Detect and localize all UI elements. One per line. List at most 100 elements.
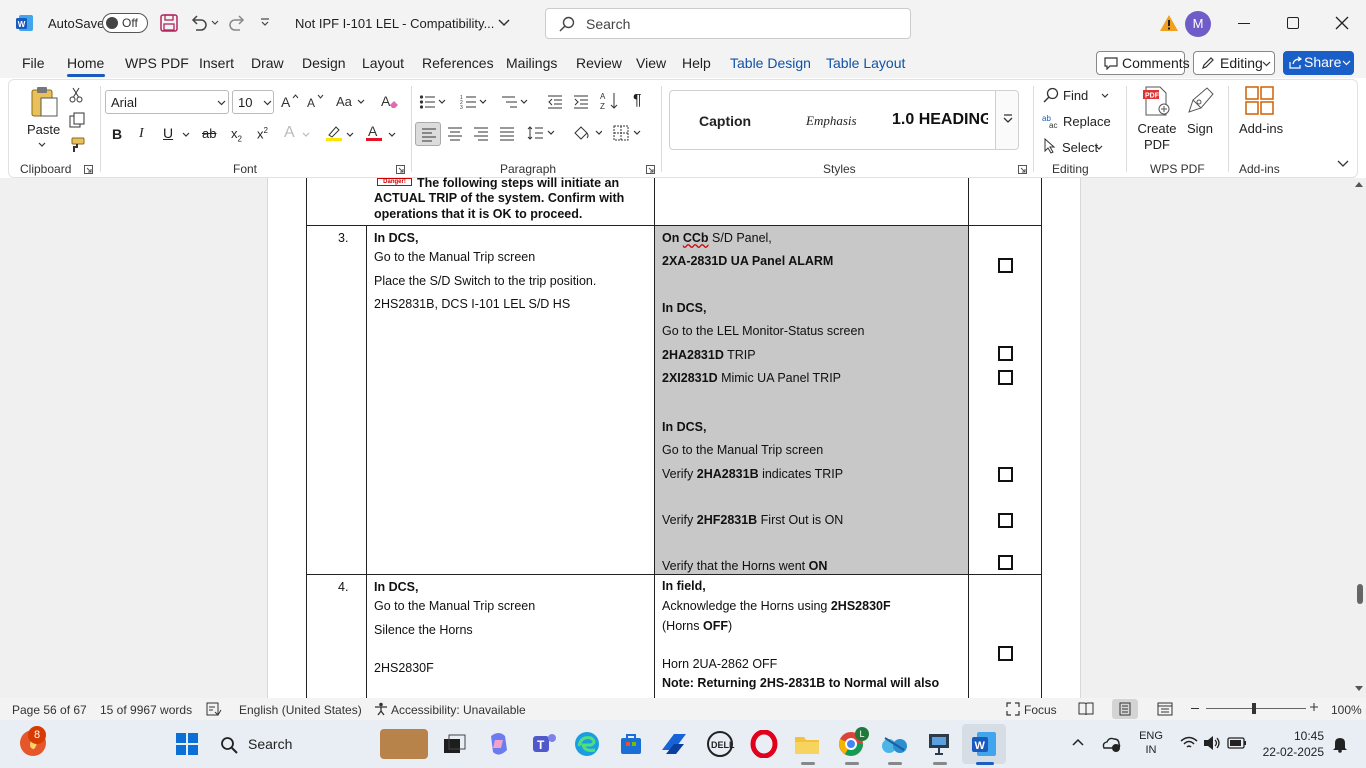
multilevel-list-icon[interactable] (501, 94, 529, 110)
onedrive-sync-icon[interactable] (1101, 735, 1121, 753)
sign-label[interactable]: Sign (1187, 121, 1213, 136)
underline-chevron-down-icon[interactable] (182, 132, 190, 137)
sort-icon[interactable]: AZ (600, 91, 620, 111)
borders-icon[interactable] (613, 125, 643, 141)
accessibility-icon[interactable] (374, 702, 388, 716)
flight-app-icon[interactable] (660, 730, 690, 758)
teams-icon[interactable]: T (530, 730, 560, 758)
redo-icon[interactable] (228, 15, 246, 31)
increase-indent-icon[interactable] (573, 94, 589, 110)
highlight-icon[interactable] (325, 124, 343, 142)
tab-review[interactable]: Review (576, 55, 622, 71)
avatar[interactable]: M (1185, 11, 1211, 37)
line-spacing-icon[interactable] (527, 125, 557, 141)
notification-center-icon[interactable] (1332, 735, 1348, 753)
edge-icon[interactable] (573, 730, 603, 758)
add-ins-label[interactable]: Add-ins (1239, 121, 1283, 136)
select-label[interactable]: Select (1062, 140, 1098, 155)
style-emphasis[interactable]: Emphasis (806, 113, 857, 129)
bold-icon[interactable]: B (112, 126, 122, 142)
remote-desktop-icon[interactable] (925, 730, 955, 758)
scroll-down-icon[interactable] (1355, 686, 1363, 692)
page-count[interactable]: Page 56 of 67 (12, 703, 87, 717)
input-language[interactable]: ENG IN (1138, 729, 1164, 757)
font-color-chevron-down-icon[interactable] (388, 132, 396, 137)
copy-icon[interactable] (69, 112, 85, 128)
task-view-icon[interactable] (440, 730, 470, 758)
zoom-slider[interactable] (1206, 708, 1306, 709)
vertical-scrollbar[interactable] (1352, 178, 1366, 698)
cut-icon[interactable] (69, 87, 83, 103)
find-chevron-down-icon[interactable] (1101, 93, 1109, 98)
superscript-icon[interactable]: x2 (257, 126, 268, 141)
highlight-chevron-down-icon[interactable] (346, 132, 354, 137)
checkbox[interactable] (998, 346, 1013, 361)
shrink-font-icon[interactable]: A (307, 93, 325, 109)
print-layout-button[interactable] (1112, 699, 1138, 719)
clear-formatting-icon[interactable]: A (381, 93, 399, 109)
checkbox[interactable] (998, 258, 1013, 273)
create-pdf-icon[interactable]: PDF (1142, 86, 1172, 116)
align-right-icon[interactable] (473, 127, 489, 141)
select-cursor-icon[interactable] (1043, 138, 1057, 154)
styles-gallery-more-button[interactable] (995, 91, 1018, 149)
document-title[interactable]: Not IPF I-101 LEL - Compatibility... (295, 16, 494, 31)
customize-toolbar-icon[interactable] (260, 18, 270, 28)
tab-design[interactable]: Design (302, 55, 346, 71)
checkbox[interactable] (998, 646, 1013, 661)
warning-icon[interactable] (1159, 14, 1179, 32)
wifi-icon[interactable] (1180, 736, 1198, 750)
undo-icon[interactable] (190, 15, 208, 31)
dell-icon[interactable]: DELL (705, 730, 735, 758)
tab-home[interactable]: Home (67, 55, 104, 71)
show-hidden-icons-icon[interactable] (1072, 738, 1084, 746)
search-input[interactable]: Search (545, 8, 911, 39)
change-case-icon[interactable]: Aa (336, 94, 366, 108)
tab-help[interactable]: Help (682, 55, 711, 71)
undo-dropdown-icon[interactable] (211, 20, 219, 26)
clipboard-launcher-icon[interactable] (84, 165, 93, 174)
file-explorer-icon[interactable] (793, 730, 823, 758)
font-size-select[interactable]: 10 (232, 90, 274, 114)
format-painter-icon[interactable] (69, 137, 85, 153)
copilot-icon[interactable] (485, 730, 515, 758)
share-button[interactable]: Share (1283, 51, 1354, 75)
editing-mode-button[interactable]: Editing (1193, 51, 1275, 75)
find-label[interactable]: Find (1063, 88, 1088, 103)
read-mode-icon[interactable] (1078, 702, 1094, 715)
close-icon[interactable] (1335, 16, 1349, 30)
zoom-out-icon[interactable] (1191, 708, 1199, 709)
opera-icon[interactable] (750, 730, 780, 758)
sign-icon[interactable] (1185, 86, 1217, 116)
zoom-in-icon[interactable] (1309, 702, 1319, 712)
find-icon[interactable] (1043, 87, 1059, 103)
show-formatting-marks-icon[interactable]: ¶ (633, 92, 642, 110)
paste-icon[interactable] (29, 86, 59, 118)
italic-icon[interactable]: I (139, 126, 144, 142)
replace-icon[interactable]: ab ac (1042, 113, 1060, 129)
paste-label[interactable]: Paste (27, 122, 60, 137)
save-icon[interactable] (160, 14, 178, 32)
volume-icon[interactable] (1203, 735, 1221, 751)
decrease-indent-icon[interactable] (547, 94, 563, 110)
checkbox[interactable] (998, 467, 1013, 482)
tab-wps-pdf[interactable]: WPS PDF (125, 55, 189, 71)
zoom-level[interactable]: 100% (1331, 703, 1362, 717)
grow-font-icon[interactable]: A (281, 93, 299, 109)
styles-launcher-icon[interactable] (1018, 165, 1027, 174)
tab-insert[interactable]: Insert (199, 55, 234, 71)
tab-references[interactable]: References (422, 55, 494, 71)
word-taskbar-button[interactable]: W (962, 724, 1006, 764)
word-count[interactable]: 15 of 9967 words (100, 703, 192, 717)
tab-view[interactable]: View (636, 55, 666, 71)
tab-mailings[interactable]: Mailings (506, 55, 557, 71)
checkbox[interactable] (998, 513, 1013, 528)
justify-icon[interactable] (499, 127, 515, 141)
font-launcher-icon[interactable] (396, 165, 405, 174)
checkbox[interactable] (998, 555, 1013, 570)
snipping-icon[interactable] (880, 730, 910, 758)
store-icon[interactable] (617, 730, 647, 758)
language[interactable]: English (United States) (239, 703, 362, 717)
paragraph-launcher-icon[interactable] (646, 165, 655, 174)
style-caption[interactable]: Caption (699, 113, 751, 129)
